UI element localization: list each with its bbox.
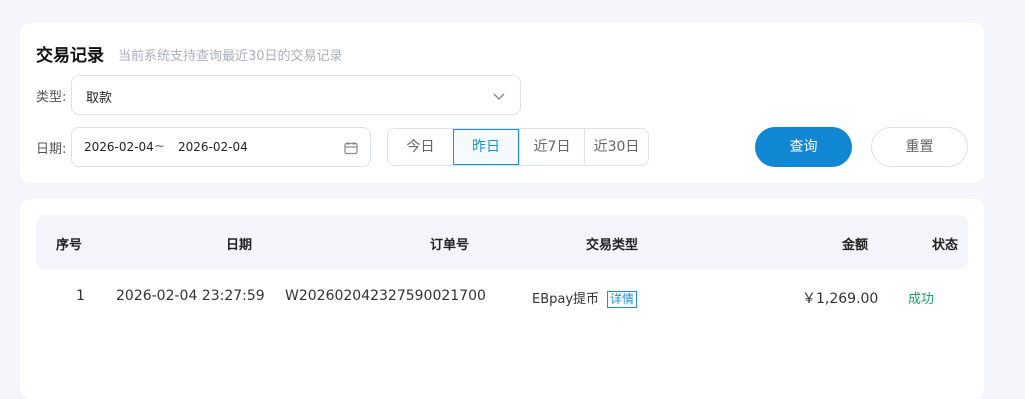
date-label: 日期: [36,142,67,157]
reset-button[interactable]: 重置 [871,127,968,167]
header-amount: 金额 [842,238,869,253]
date-range-picker[interactable]: 2026-02-04 ~ 2026-02-04 [71,127,371,167]
date-start[interactable]: 2026-02-04 [84,140,154,154]
quick-range-today[interactable]: 今日 [388,129,453,165]
header-index: 序号 [56,238,83,253]
detail-link[interactable]: 详情 [607,291,638,308]
date-separator: ~ [154,139,165,154]
date-end[interactable]: 2026-02-04 [178,140,248,154]
row-tx-type: EBpay提币 [532,292,600,307]
chevron-down-icon [492,88,506,107]
quick-range-group: 今日 昨日 近7日 近30日 [387,128,649,166]
header-order-no: 订单号 [430,238,470,253]
filter-panel: 交易记录 当前系统支持查询最近30日的交易记录 类型: 取款 日期: 2026-… [20,23,984,183]
table-header: 序号 日期 订单号 交易类型 金额 状态 [36,215,968,269]
row-tx-type-cell: EBpay提币 详情 [532,288,638,308]
page-subtitle: 当前系统支持查询最近30日的交易记录 [118,49,343,64]
row-date: 2026-02-04 23:27:59 [116,288,265,304]
status-badge: 成功 [908,292,935,307]
records-table: 序号 日期 订单号 交易类型 金额 状态 1 2026-02-04 23:27:… [20,199,984,399]
row-amount: ￥1,269.00 [802,291,879,307]
calendar-icon[interactable] [344,140,358,159]
header-tx-type: 交易类型 [586,238,639,253]
header-status: 状态 [932,238,959,253]
type-label: 类型: [36,90,67,105]
header-date: 日期 [226,238,253,253]
row-order-no: W202602042327590021700 [285,288,486,304]
quick-range-30days[interactable]: 近30日 [584,129,648,165]
page-title: 交易记录 [36,46,104,66]
type-select[interactable]: 取款 [71,75,521,115]
type-select-value: 取款 [86,91,113,106]
query-button[interactable]: 查询 [755,127,852,167]
quick-range-7days[interactable]: 近7日 [519,129,584,165]
quick-range-yesterday[interactable]: 昨日 [453,129,519,165]
row-index: 1 [76,288,85,304]
